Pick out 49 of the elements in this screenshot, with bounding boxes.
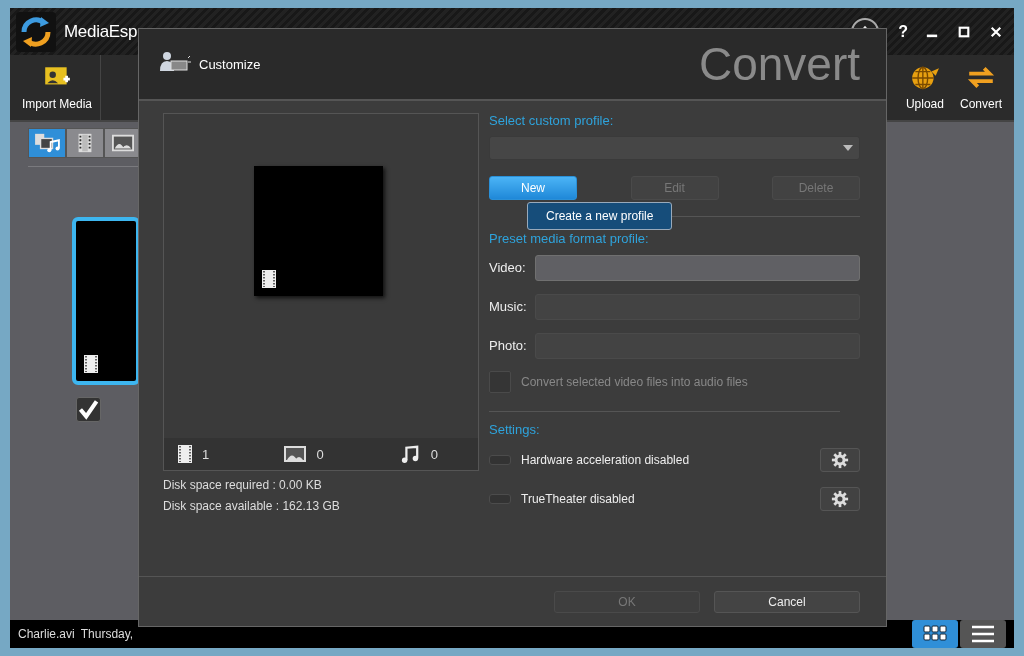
settings-button[interactable] xyxy=(820,486,860,511)
photo-icon xyxy=(284,445,307,463)
settings-button[interactable] xyxy=(820,447,860,472)
help-button[interactable]: ? xyxy=(898,22,908,41)
checkbox-label: Convert selected video files into audio files xyxy=(521,375,748,389)
field-label: Photo: xyxy=(489,338,528,353)
section-heading: Select custom profile: xyxy=(489,113,615,128)
grid-icon xyxy=(922,625,948,643)
view-tab[interactable] xyxy=(66,128,104,158)
refresh-logo-icon xyxy=(16,11,56,52)
dialog-heading: Convert xyxy=(698,37,860,91)
disk-space-required: Disk space required : 0.00 KB xyxy=(163,478,323,492)
field-label: Music: xyxy=(489,299,528,314)
section-heading: Settings: xyxy=(489,422,541,437)
swap-arrows-icon xyxy=(966,64,996,91)
file-date: Thursday, xyxy=(80,627,134,641)
globe-icon xyxy=(909,64,940,91)
media-count: 0 xyxy=(316,446,324,462)
setting-label: TrueTheater disabled xyxy=(521,491,635,506)
list-icon xyxy=(970,625,996,643)
caret-icon xyxy=(843,145,853,151)
film-icon xyxy=(262,270,276,288)
thumbnail-checkbox[interactable] xyxy=(76,397,101,422)
format-field[interactable] xyxy=(535,254,860,281)
gear-icon xyxy=(831,489,849,508)
app-title: MediaEsp xyxy=(64,21,138,42)
grid-view-button[interactable] xyxy=(912,620,958,648)
section-heading: Preset media format profile: xyxy=(489,231,650,246)
film-icon xyxy=(178,445,192,463)
media-count: 1 xyxy=(202,446,210,462)
tooltip: Create a new profile xyxy=(527,202,673,230)
setting-label: Hardware acceleration disabled xyxy=(521,452,690,467)
gear-icon xyxy=(831,450,849,469)
file-name: Charlie.avi xyxy=(18,627,75,641)
close-icon[interactable] xyxy=(990,25,1002,38)
toolbar-button[interactable]: Convert xyxy=(951,55,1010,120)
media-thumbnail[interactable] xyxy=(72,217,140,385)
disk-space-available: Disk space available : 162.13 GB xyxy=(163,499,341,513)
cancel-button[interactable]: Cancel xyxy=(714,590,860,613)
list-view-button[interactable] xyxy=(960,620,1006,648)
field-label: Video: xyxy=(489,260,527,275)
media-count: 0 xyxy=(430,446,438,462)
toolbar-button[interactable]: Upload xyxy=(897,55,952,120)
view-tab[interactable] xyxy=(28,128,66,158)
media-icon xyxy=(32,132,62,154)
dialog-title: Customize xyxy=(199,56,261,72)
maximize-icon[interactable] xyxy=(958,25,970,38)
toolbar-button[interactable]: Import Media xyxy=(14,55,102,120)
film-icon xyxy=(84,355,98,373)
